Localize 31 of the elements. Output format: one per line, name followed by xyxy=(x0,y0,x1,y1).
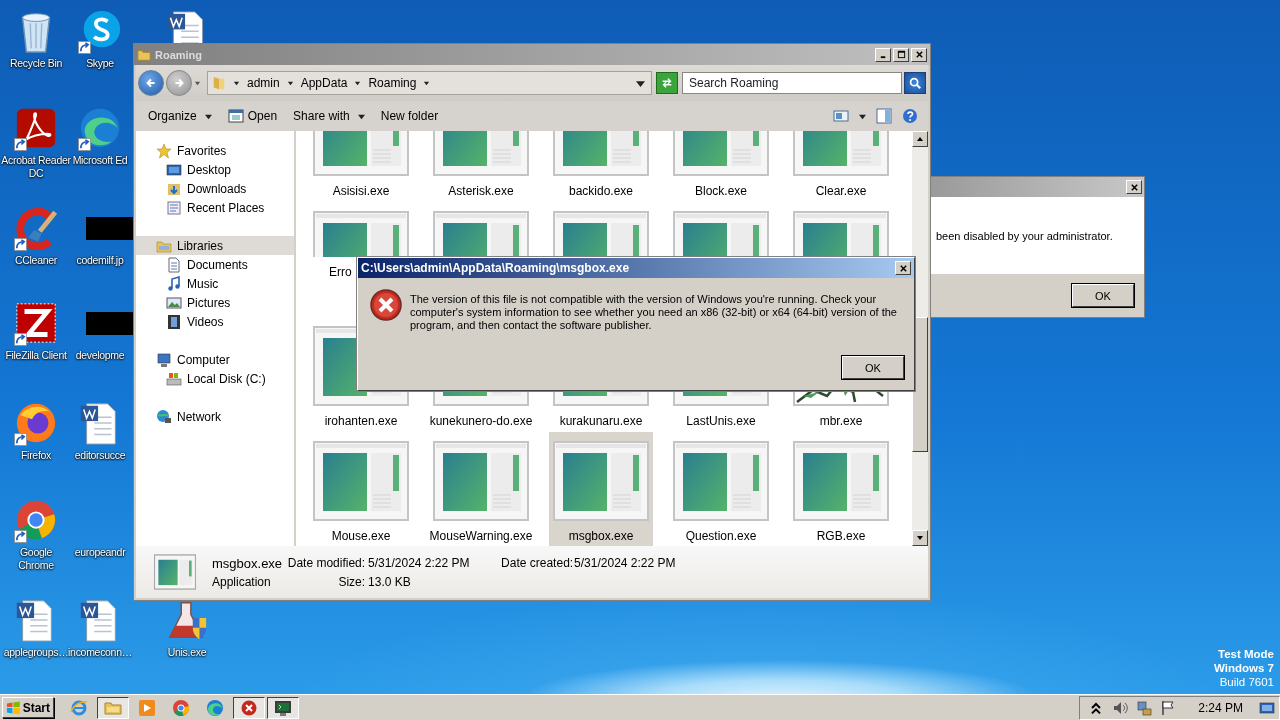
icon-label: CCleaner xyxy=(15,254,57,267)
icon-label: Skype xyxy=(86,57,114,70)
icon-label: codemilf.jp xyxy=(76,254,124,267)
detail-value: 5/31/2024 2:22 PM xyxy=(368,555,471,571)
window-title: Roaming xyxy=(155,48,203,61)
detail-label: Date created: xyxy=(501,555,572,571)
icon-label: Firefox xyxy=(21,449,51,462)
watermark-text: Build 7601 xyxy=(1219,675,1274,689)
file-name: msgbox.exe xyxy=(212,555,283,571)
dialog-title: C:\Users\admin\AppData\Roaming\msgbox.exe xyxy=(361,261,630,275)
icon-label: FileZilla Client xyxy=(5,349,67,362)
detail-label: Size: xyxy=(337,574,366,589)
watermark-text: Windows 7 xyxy=(1214,661,1274,675)
icon-label: Recycle Bin xyxy=(9,57,63,70)
icon-label: applegroups… xyxy=(3,646,69,659)
watermark-text: Test Mode xyxy=(1218,647,1274,661)
detail-label: Date modified: xyxy=(286,555,366,571)
icon-label: incomeconn… xyxy=(68,646,132,659)
file-name: Erro xyxy=(329,265,352,279)
error-message: The version of this file is not compatible with the version of Windows you're running. Check your computer's system information to see whether you need an x86 (32-bit) or x64 (64-bit) version of the program, and then contact the software publisher. xyxy=(410,292,898,332)
icon-label: Microsoft Ed xyxy=(72,154,128,167)
detail-value: 13.0 KB xyxy=(368,574,412,589)
icon-label: Unis.exe xyxy=(167,646,207,659)
dialog-message: been disabled by your administrator. xyxy=(936,229,1113,242)
icon-label: Google Chrome xyxy=(17,546,55,572)
icon-label: developme xyxy=(75,349,125,362)
icon-label: editorsucce xyxy=(74,449,126,462)
icon-label: Acrobat Reader DC xyxy=(1,154,71,180)
detail-value: 5/31/2024 2:22 PM xyxy=(574,555,676,571)
file-type: Application xyxy=(212,574,272,589)
icon-label: europeandr xyxy=(74,546,126,559)
